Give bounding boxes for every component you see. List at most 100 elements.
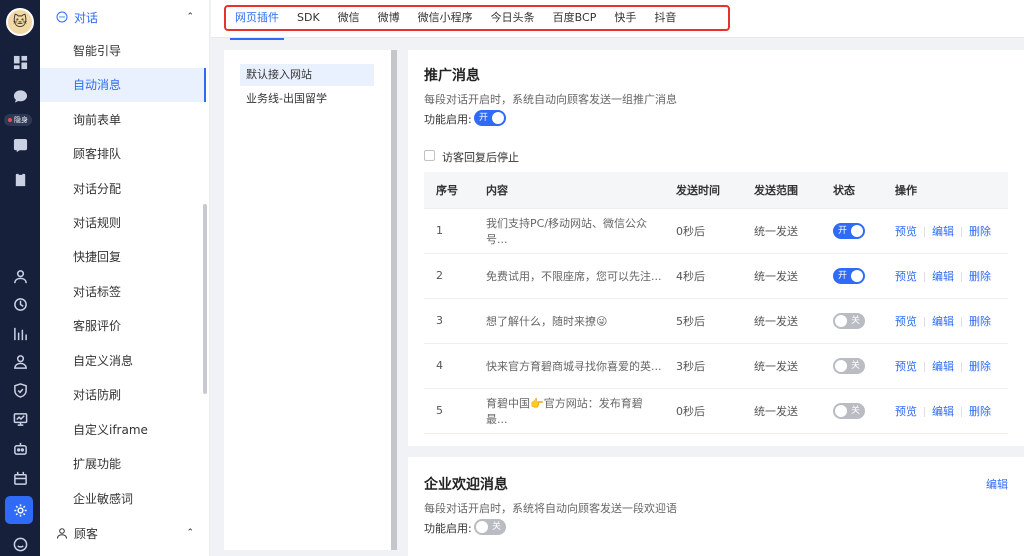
stealth-status-badge[interactable]: 隐身 bbox=[4, 114, 32, 126]
site-list-panel: 默认接入网站 业务线-出国留学 bbox=[224, 50, 397, 550]
row-status: 关 bbox=[821, 343, 883, 389]
tab-sdk[interactable]: SDK bbox=[288, 7, 329, 29]
tab-baidu-bcp[interactable]: 百度BCP bbox=[544, 7, 606, 29]
tab-toutiao[interactable]: 今日头条 bbox=[482, 7, 544, 29]
delete-link[interactable]: 删除 bbox=[969, 225, 991, 238]
row-status: 开 bbox=[821, 253, 883, 299]
chat-bubble-icon bbox=[56, 11, 68, 23]
submenu-item-rating[interactable]: 客服评价 bbox=[40, 309, 206, 343]
edit-link[interactable]: 编辑 bbox=[932, 405, 954, 418]
promo-enable-state: 开 bbox=[479, 113, 489, 123]
submenu-item-rules[interactable]: 对话规则 bbox=[40, 206, 206, 240]
welcome-description: 每段对话开启时，系统将自动向顾客发送一段欢迎语 bbox=[424, 502, 677, 515]
delete-link[interactable]: 删除 bbox=[969, 360, 991, 373]
table-row: 3 想了解什么，随时来撩😜 5秒后 统一发送 关 预览 编辑 删除 bbox=[424, 298, 1008, 344]
row-number: 4 bbox=[424, 343, 474, 389]
preview-link[interactable]: 预览 bbox=[895, 360, 917, 373]
settings-icon[interactable] bbox=[0, 499, 40, 521]
tab-weibo[interactable]: 微博 bbox=[369, 7, 409, 29]
submenu-item-anti-spam[interactable]: 对话防刷 bbox=[40, 378, 206, 412]
row-status-toggle[interactable]: 关 bbox=[833, 357, 865, 374]
bar-chart-icon[interactable] bbox=[0, 322, 40, 344]
avatar[interactable]: 🐱 bbox=[6, 8, 34, 36]
row-content: 快来官方育碧商城寻找你喜爱的英... bbox=[474, 343, 664, 389]
tab-wechat[interactable]: 微信 bbox=[329, 7, 369, 29]
submenu-item-allocation[interactable]: 对话分配 bbox=[40, 172, 206, 206]
delete-link[interactable]: 删除 bbox=[969, 405, 991, 418]
row-content: 育碧中国👉官方网站：发布育碧最... bbox=[474, 388, 664, 434]
phone-icon[interactable] bbox=[0, 134, 40, 156]
clock-chart-icon[interactable] bbox=[0, 293, 40, 315]
row-status-toggle[interactable]: 开 bbox=[833, 222, 865, 239]
welcome-edit-link[interactable]: 编辑 bbox=[986, 476, 1008, 492]
action-divider bbox=[924, 361, 925, 372]
submenu-item-pre-chat-form[interactable]: 询前表单 bbox=[40, 103, 206, 137]
chat-icon[interactable] bbox=[0, 85, 40, 107]
table-row: 1 我们支持PC/移动网站、微信公众号... 0秒后 统一发送 开 预览 编辑 删除 bbox=[424, 208, 1008, 254]
submenu-item-custom-message[interactable]: 自定义消息 bbox=[40, 344, 206, 378]
submenu-scrollbar[interactable] bbox=[203, 204, 207, 394]
edit-link[interactable]: 编辑 bbox=[932, 225, 954, 238]
row-actions: 预览 编辑 删除 bbox=[883, 253, 1008, 299]
preview-link[interactable]: 预览 bbox=[895, 270, 917, 283]
row-status-toggle[interactable]: 开 bbox=[833, 267, 865, 284]
edit-link[interactable]: 编辑 bbox=[932, 315, 954, 328]
promo-enable-toggle[interactable]: 开 bbox=[474, 110, 506, 126]
team-icon[interactable] bbox=[0, 350, 40, 372]
submenu-group-customer[interactable]: 顾客 ⌃ bbox=[40, 516, 210, 550]
action-divider bbox=[924, 316, 925, 327]
row-send-time: 0秒后 bbox=[664, 388, 742, 434]
row-scope: 统一发送 bbox=[742, 208, 821, 254]
row-content: 想了解什么，随时来撩😜 bbox=[474, 298, 664, 344]
clipboard-icon[interactable] bbox=[0, 168, 40, 190]
row-status-state: 开 bbox=[838, 270, 848, 281]
row-content: 免费试用，不限座席，您可以先注... bbox=[474, 253, 664, 299]
site-item-default[interactable]: 默认接入网站 bbox=[240, 64, 374, 86]
row-status-state: 关 bbox=[850, 360, 860, 371]
submenu-item-tags[interactable]: 对话标签 bbox=[40, 275, 206, 309]
preview-link[interactable]: 预览 bbox=[895, 225, 917, 238]
welcome-enable-toggle[interactable]: 关 bbox=[474, 519, 506, 535]
submenu-group-dialog[interactable]: 对话 ⌃ bbox=[40, 0, 210, 34]
site-list-scrollbar[interactable] bbox=[391, 50, 397, 550]
tab-douyin[interactable]: 抖音 bbox=[645, 7, 685, 29]
row-send-time: 3秒后 bbox=[664, 343, 742, 389]
row-scope: 统一发送 bbox=[742, 253, 821, 299]
submenu-item-auto-message[interactable]: 自动消息 bbox=[40, 68, 206, 102]
row-send-time: 0秒后 bbox=[664, 208, 742, 254]
edit-link[interactable]: 编辑 bbox=[932, 360, 954, 373]
user-icon[interactable] bbox=[0, 265, 40, 287]
tab-kuaishou[interactable]: 快手 bbox=[605, 7, 645, 29]
submenu-item-smart-guide[interactable]: 智能引导 bbox=[40, 34, 206, 68]
submenu-item-quick-reply[interactable]: 快捷回复 bbox=[40, 240, 206, 274]
shield-icon[interactable] bbox=[0, 379, 40, 401]
monitor-icon[interactable] bbox=[0, 408, 40, 430]
delete-link[interactable]: 删除 bbox=[969, 270, 991, 283]
submenu-item-extensions[interactable]: 扩展功能 bbox=[40, 447, 206, 481]
submenu-group-dialog-label: 对话 bbox=[74, 10, 99, 25]
robot-icon[interactable] bbox=[0, 437, 40, 459]
tab-wechat-mini-program[interactable]: 微信小程序 bbox=[409, 7, 482, 29]
tab-web-plugin[interactable]: 网页插件 bbox=[226, 7, 288, 40]
submenu-item-sensitive-words[interactable]: 企业敏感词 bbox=[40, 482, 206, 516]
submenu-item-queue[interactable]: 顾客排队 bbox=[40, 137, 206, 171]
row-status-toggle[interactable]: 关 bbox=[833, 312, 865, 329]
message-icon[interactable] bbox=[0, 533, 40, 555]
edit-link[interactable]: 编辑 bbox=[932, 270, 954, 283]
submenu-item-custom-iframe[interactable]: 自定义iframe bbox=[40, 413, 206, 447]
dashboard-icon[interactable] bbox=[0, 51, 40, 73]
row-number: 5 bbox=[424, 388, 474, 434]
preview-link[interactable]: 预览 bbox=[895, 405, 917, 418]
welcome-enable-state: 关 bbox=[491, 522, 501, 532]
col-header-send-time: 发送时间 bbox=[664, 172, 742, 209]
stop-after-reply-checkbox[interactable] bbox=[424, 150, 435, 161]
promo-description: 每段对话开启时，系统自动向顾客发送一组推广消息 bbox=[424, 93, 677, 106]
preview-link[interactable]: 预览 bbox=[895, 315, 917, 328]
row-status-toggle[interactable]: 关 bbox=[833, 402, 865, 419]
plugin-icon[interactable] bbox=[0, 466, 40, 488]
row-status-state: 关 bbox=[850, 405, 860, 416]
welcome-title: 企业欢迎消息 bbox=[424, 477, 508, 493]
row-scope: 统一发送 bbox=[742, 388, 821, 434]
delete-link[interactable]: 删除 bbox=[969, 315, 991, 328]
site-item-study-abroad[interactable]: 业务线-出国留学 bbox=[240, 88, 374, 110]
